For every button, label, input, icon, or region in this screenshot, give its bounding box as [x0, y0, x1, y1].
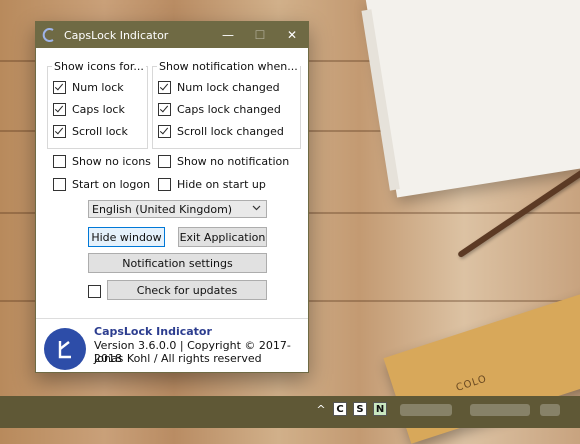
blurred-tray-area [400, 404, 452, 416]
checkbox[interactable] [158, 178, 171, 191]
close-button[interactable]: ✕ [276, 22, 308, 48]
num-lock-tray-icon[interactable]: N [373, 402, 387, 416]
title-bar[interactable]: CapsLock Indicator — ☐ ✕ [36, 22, 308, 48]
num-lock-icon-option[interactable]: Num lock [53, 81, 124, 94]
book-label: COLO [454, 373, 489, 394]
checkbox[interactable] [53, 155, 66, 168]
capslock-indicator-window: CapsLock Indicator — ☐ ✕ Show icons for.… [35, 21, 309, 373]
check-for-updates-button[interactable]: Check for updates [107, 280, 267, 300]
maximize-button[interactable]: ☐ [244, 22, 276, 48]
footer-author: Jonas Kohl / All rights reserved [94, 352, 262, 365]
checkbox[interactable] [53, 125, 66, 138]
checkbox[interactable] [158, 103, 171, 116]
checkbox[interactable] [53, 81, 66, 94]
show-notification-group-title: Show notification when... [157, 60, 300, 73]
language-selected-value: English (United Kingdom) [92, 202, 233, 216]
app-icon [42, 27, 58, 43]
capslock-indicator-logo [44, 328, 86, 370]
checkbox-label: Scroll lock changed [177, 125, 284, 138]
notification-settings-button[interactable]: Notification settings [88, 253, 267, 273]
checkbox[interactable] [88, 285, 101, 298]
chevron-down-icon [252, 203, 261, 214]
checkbox[interactable] [53, 103, 66, 116]
caps-lock-tray-icon[interactable]: C [333, 402, 347, 416]
show-notification-group: Show notification when... Num lock chang… [152, 60, 301, 149]
checkbox-label: Show no icons [72, 155, 151, 168]
show-icons-group: Show icons for... Num lock Caps lock Scr… [47, 60, 148, 149]
minimize-button[interactable]: — [212, 22, 244, 48]
checkbox-label: Caps lock changed [177, 103, 281, 116]
show-no-notification-option[interactable]: Show no notification [158, 155, 289, 168]
window-title: CapsLock Indicator [64, 28, 169, 42]
exit-application-button[interactable]: Exit Application [178, 227, 267, 247]
start-on-logon-option[interactable]: Start on logon [53, 178, 150, 191]
language-select[interactable]: English (United Kingdom) [88, 200, 267, 218]
scroll-lock-changed-option[interactable]: Scroll lock changed [158, 125, 284, 138]
system-tray: ^ C S N [312, 402, 390, 416]
scroll-lock-icon-option[interactable]: Scroll lock [53, 125, 128, 138]
show-hidden-icons-button[interactable]: ^ [312, 403, 330, 416]
blurred-tray-area [540, 404, 560, 416]
caps-lock-changed-option[interactable]: Caps lock changed [158, 103, 281, 116]
show-no-icons-option[interactable]: Show no icons [53, 155, 151, 168]
checkbox-label: Hide on start up [177, 178, 266, 191]
about-footer: CapsLock Indicator Version 3.6.0.0 | Cop… [36, 318, 308, 372]
hide-window-button[interactable]: Hide window [88, 227, 165, 247]
checkbox-label: Num lock changed [177, 81, 280, 94]
checkbox[interactable] [53, 178, 66, 191]
auto-update-option[interactable] [88, 285, 107, 298]
checkbox-label: Caps lock [72, 103, 125, 116]
blurred-tray-area [470, 404, 530, 416]
checkbox[interactable] [158, 81, 171, 94]
paper-sheet [365, 0, 580, 198]
scroll-lock-tray-icon[interactable]: S [353, 402, 367, 416]
hide-on-start-up-option[interactable]: Hide on start up [158, 178, 266, 191]
checkbox-label: Start on logon [72, 178, 151, 191]
checkbox-label: Scroll lock [72, 125, 128, 138]
checkbox-label: Show no notification [177, 155, 290, 168]
checkbox[interactable] [158, 125, 171, 138]
show-icons-group-title: Show icons for... [52, 60, 146, 73]
footer-app-name: CapsLock Indicator [94, 325, 212, 338]
caps-lock-icon-option[interactable]: Caps lock [53, 103, 125, 116]
checkbox[interactable] [158, 155, 171, 168]
num-lock-changed-option[interactable]: Num lock changed [158, 81, 280, 94]
taskbar: ^ C S N [0, 396, 580, 428]
checkbox-label: Num lock [72, 81, 124, 94]
